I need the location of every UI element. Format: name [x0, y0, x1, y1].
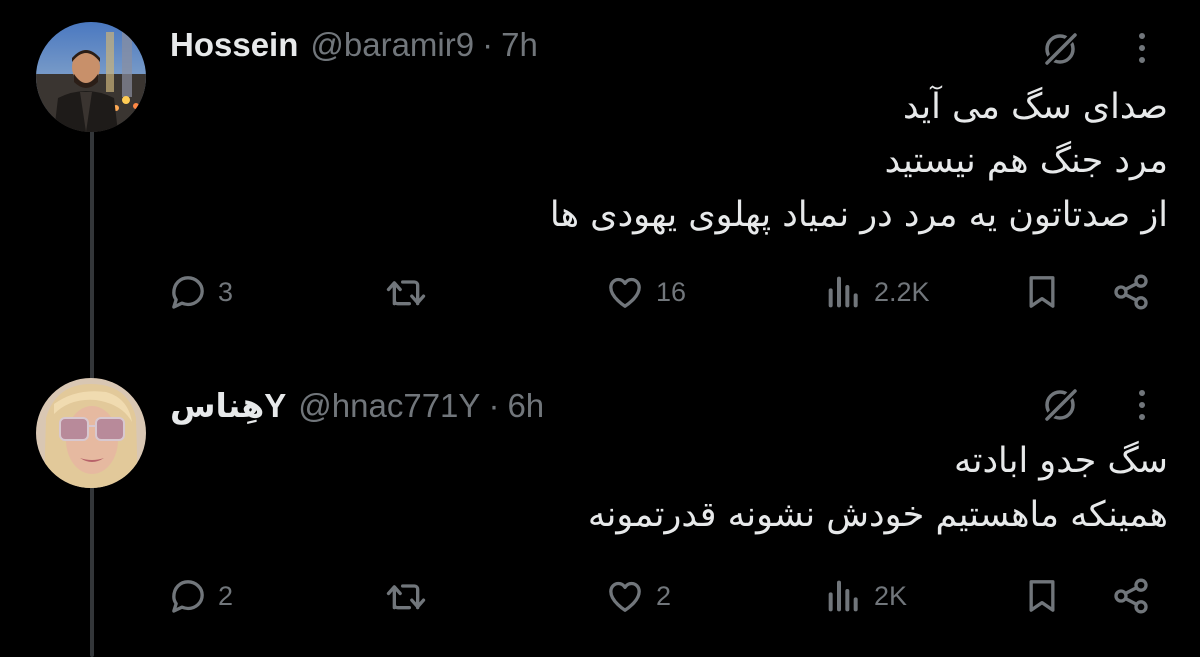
user-handle[interactable]: @baramir9: [310, 26, 474, 64]
share-icon: [1114, 274, 1148, 310]
retweet-button[interactable]: [384, 566, 438, 626]
grok-button[interactable]: [1038, 383, 1082, 427]
separator-dot: ·: [482, 26, 494, 63]
action-bar: 3 16 2.2K: [160, 262, 1170, 322]
avatar[interactable]: [36, 22, 146, 132]
reply-button[interactable]: 3: [168, 262, 233, 322]
tweet[interactable]: Hossein @baramir9 · 7h صدای سگ می آید مر…: [0, 0, 1200, 350]
grok-icon: [1043, 31, 1078, 67]
separator-dot: ·: [488, 387, 500, 424]
views-chart-icon: [828, 580, 858, 612]
more-vertical-icon: [1139, 33, 1145, 63]
heart-icon: [609, 277, 641, 308]
tweet-text-line: سگ جدو ابادته: [953, 441, 1168, 481]
bookmark-icon: [1029, 276, 1055, 308]
action-bar: 2 2 2K: [160, 566, 1170, 626]
reply-count: 2: [218, 580, 234, 611]
timestamp[interactable]: 7h: [501, 26, 538, 64]
display-name[interactable]: هِناسY: [170, 386, 286, 425]
views-chart-icon: [828, 276, 858, 308]
tweet[interactable]: هِناسY @hnac771Y · 6h سگ جدو ابادته همین…: [0, 350, 1200, 657]
tweet-header: هِناسY @hnac771Y · 6h: [170, 386, 544, 425]
avatar-image: [36, 22, 146, 132]
avatar[interactable]: [36, 378, 146, 488]
views-button[interactable]: 2.2K: [824, 262, 930, 322]
timestamp[interactable]: 6h: [507, 387, 544, 425]
retweet-icon: [386, 584, 426, 610]
reply-button[interactable]: 2: [168, 566, 233, 626]
like-button[interactable]: 16: [604, 262, 686, 322]
share-button[interactable]: [1110, 262, 1152, 322]
views-button[interactable]: 2K: [824, 566, 907, 626]
view-count: 2K: [874, 580, 908, 611]
tweet-text-line: همینکه ماهستیم خودش نشونه قدرتمونه: [587, 495, 1168, 535]
tweet-text-line: از صدتاتون یه مرد در نمیاد پهلوی یهودی ه…: [549, 195, 1168, 235]
tweet-header: Hossein @baramir9 · 7h: [170, 26, 538, 64]
share-button[interactable]: [1110, 566, 1152, 626]
share-icon: [1114, 578, 1148, 614]
more-options-button[interactable]: [1124, 383, 1160, 427]
tweet-text-line: صدای سگ می آید: [903, 87, 1168, 127]
display-name[interactable]: Hossein: [170, 26, 298, 64]
grok-icon: [1043, 387, 1078, 423]
tweet-text: سگ جدو ابادته همینکه ماهستیم خودش نشونه …: [170, 434, 1168, 542]
retweet-icon: [386, 280, 426, 306]
reply-icon: [172, 276, 204, 309]
retweet-button[interactable]: [384, 262, 438, 322]
tweet-text: صدای سگ می آید مرد جنگ هم نیستید از صدتا…: [170, 80, 1168, 242]
user-handle[interactable]: @hnac771Y: [298, 387, 480, 425]
reply-count: 3: [218, 276, 234, 307]
reply-icon: [172, 580, 204, 613]
like-count: 16: [656, 276, 687, 307]
view-count: 2.2K: [874, 276, 930, 307]
tweet-text-line: مرد جنگ هم نیستید: [884, 141, 1168, 181]
heart-icon: [609, 581, 641, 612]
grok-button[interactable]: [1038, 27, 1082, 71]
bookmark-button[interactable]: [1022, 262, 1062, 322]
avatar-image: [36, 378, 146, 488]
bookmark-icon: [1029, 580, 1055, 612]
bookmark-button[interactable]: [1022, 566, 1062, 626]
like-button[interactable]: 2: [604, 566, 671, 626]
like-count: 2: [656, 580, 672, 611]
more-vertical-icon: [1139, 390, 1145, 420]
more-options-button[interactable]: [1124, 26, 1160, 70]
